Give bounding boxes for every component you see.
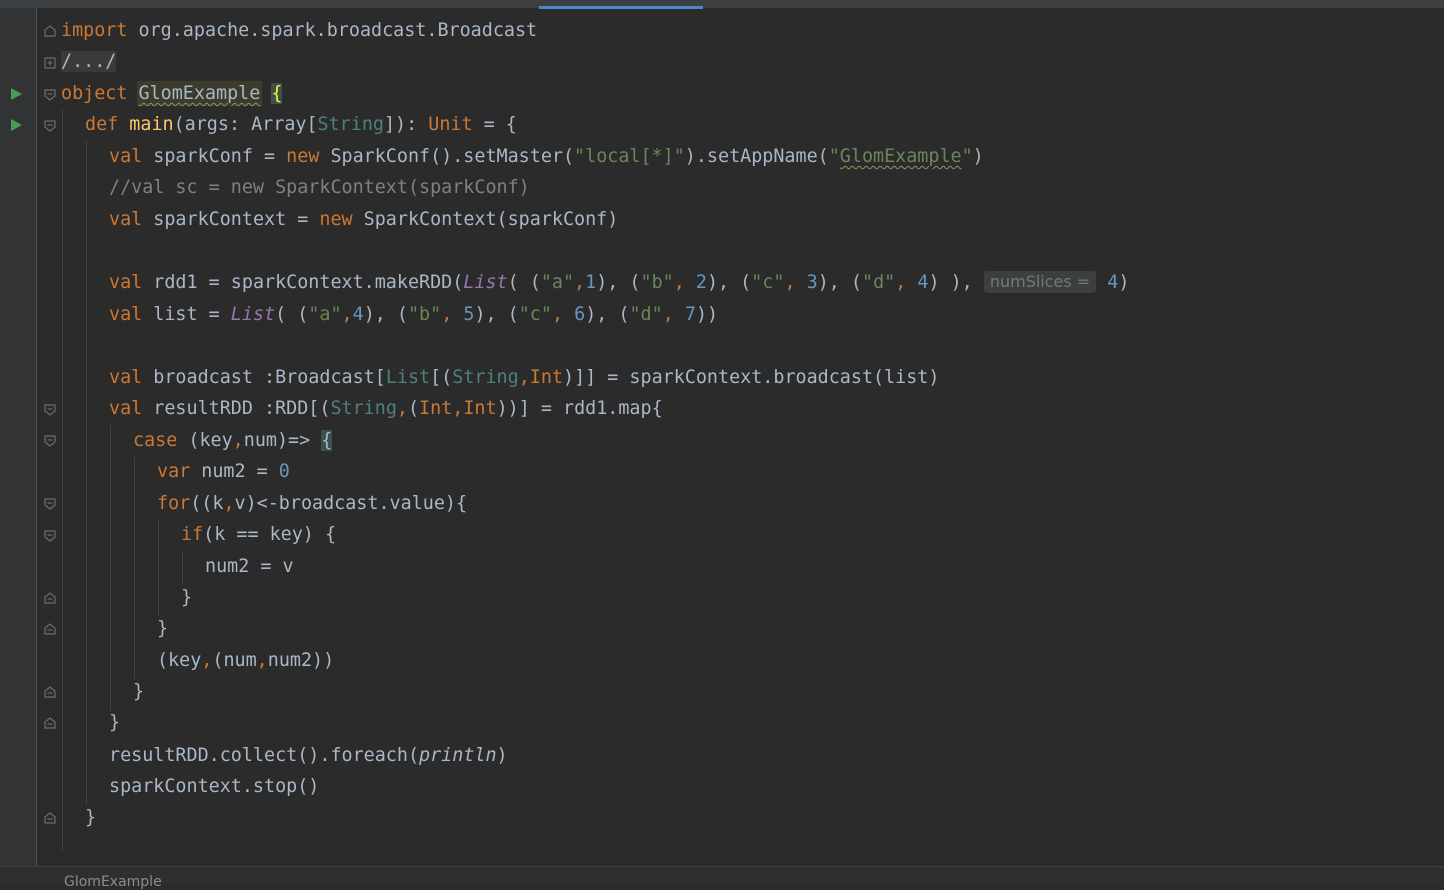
code-line-tuple: (key,(num,num2)) <box>157 650 335 671</box>
fold-marker-icon[interactable] <box>44 498 56 510</box>
indent-guide <box>86 141 87 805</box>
code-line-object: object GlomExample { <box>61 83 283 104</box>
run-object-icon[interactable] <box>11 88 22 100</box>
fold-marker-icon[interactable] <box>44 435 56 447</box>
fold-end-icon[interactable] <box>44 623 56 635</box>
code-line-main: def main(args: Array[String]): Unit = { <box>85 114 517 135</box>
indent-guide <box>158 520 159 616</box>
breadcrumb[interactable]: GlomExample <box>64 874 162 890</box>
code-line-sparkcontext: val sparkContext = new SparkContext(spar… <box>109 209 619 230</box>
code-line-broadcast: val broadcast :Broadcast[List[(String,In… <box>109 367 940 388</box>
run-main-icon[interactable] <box>11 119 22 131</box>
code-line-close-main: } <box>85 807 97 828</box>
fold-end-icon[interactable] <box>44 717 56 729</box>
indent-guide <box>134 457 135 679</box>
code-line-rdd1: val rdd1 = sparkContext.makeRDD(List( ("… <box>109 271 1130 293</box>
fold-marker-icon[interactable] <box>44 89 56 101</box>
fold-marker-icon[interactable] <box>44 404 56 416</box>
breadcrumb-bar: GlomExample <box>0 866 1444 890</box>
code-line-resultrdd: val resultRDD :RDD[(String,(Int,Int))] =… <box>109 398 663 419</box>
editor-gutter <box>0 8 36 866</box>
code-line-close-case: } <box>133 681 145 702</box>
code-line-close-map: } <box>109 712 121 733</box>
gutter-divider <box>36 8 37 866</box>
object-name: GlomExample <box>138 83 261 104</box>
fold-end-icon[interactable] <box>44 812 56 824</box>
fold-marker-icon[interactable] <box>44 25 56 37</box>
fold-marker-icon[interactable] <box>44 120 56 132</box>
code-line-collapsed-imports[interactable]: /.../ <box>61 46 117 77</box>
fold-marker-icon[interactable] <box>44 530 56 542</box>
fold-end-icon[interactable] <box>44 686 56 698</box>
editor-tab-strip <box>0 0 1444 8</box>
indent-guide <box>62 110 63 850</box>
code-line-for: for((k,v)<-broadcast.value){ <box>157 493 468 514</box>
indent-guide <box>110 425 111 711</box>
parameter-hint: numSlices = <box>983 271 1097 293</box>
code-line-case: case (key,num)=> { <box>133 430 333 451</box>
code-line-collect: resultRDD.collect().foreach(println) <box>109 745 508 766</box>
code-line-var: var num2 = 0 <box>157 461 290 482</box>
code-line-stop: sparkContext.stop() <box>109 776 320 797</box>
expand-plus-icon[interactable] <box>44 57 56 69</box>
code-line-close-if: } <box>181 587 193 608</box>
code-line-sparkconf: val sparkConf = new SparkConf().setMaste… <box>109 146 984 167</box>
active-tab-indicator[interactable] <box>539 6 703 9</box>
indent-guide <box>182 551 183 584</box>
code-line-import: import org.apache.spark.broadcast.Broadc… <box>61 20 538 41</box>
code-line-close-for: } <box>157 618 169 639</box>
code-line-if: if(k == key) { <box>181 524 337 545</box>
code-line-list: val list = List( ("a",4), ("b", 5), ("c"… <box>109 304 719 325</box>
collapsed-region[interactable]: /.../ <box>61 51 117 72</box>
fold-end-icon[interactable] <box>44 592 56 604</box>
code-line-assign: num2 = v <box>205 556 294 577</box>
code-line-comment: //val sc = new SparkContext(sparkConf) <box>109 177 530 198</box>
